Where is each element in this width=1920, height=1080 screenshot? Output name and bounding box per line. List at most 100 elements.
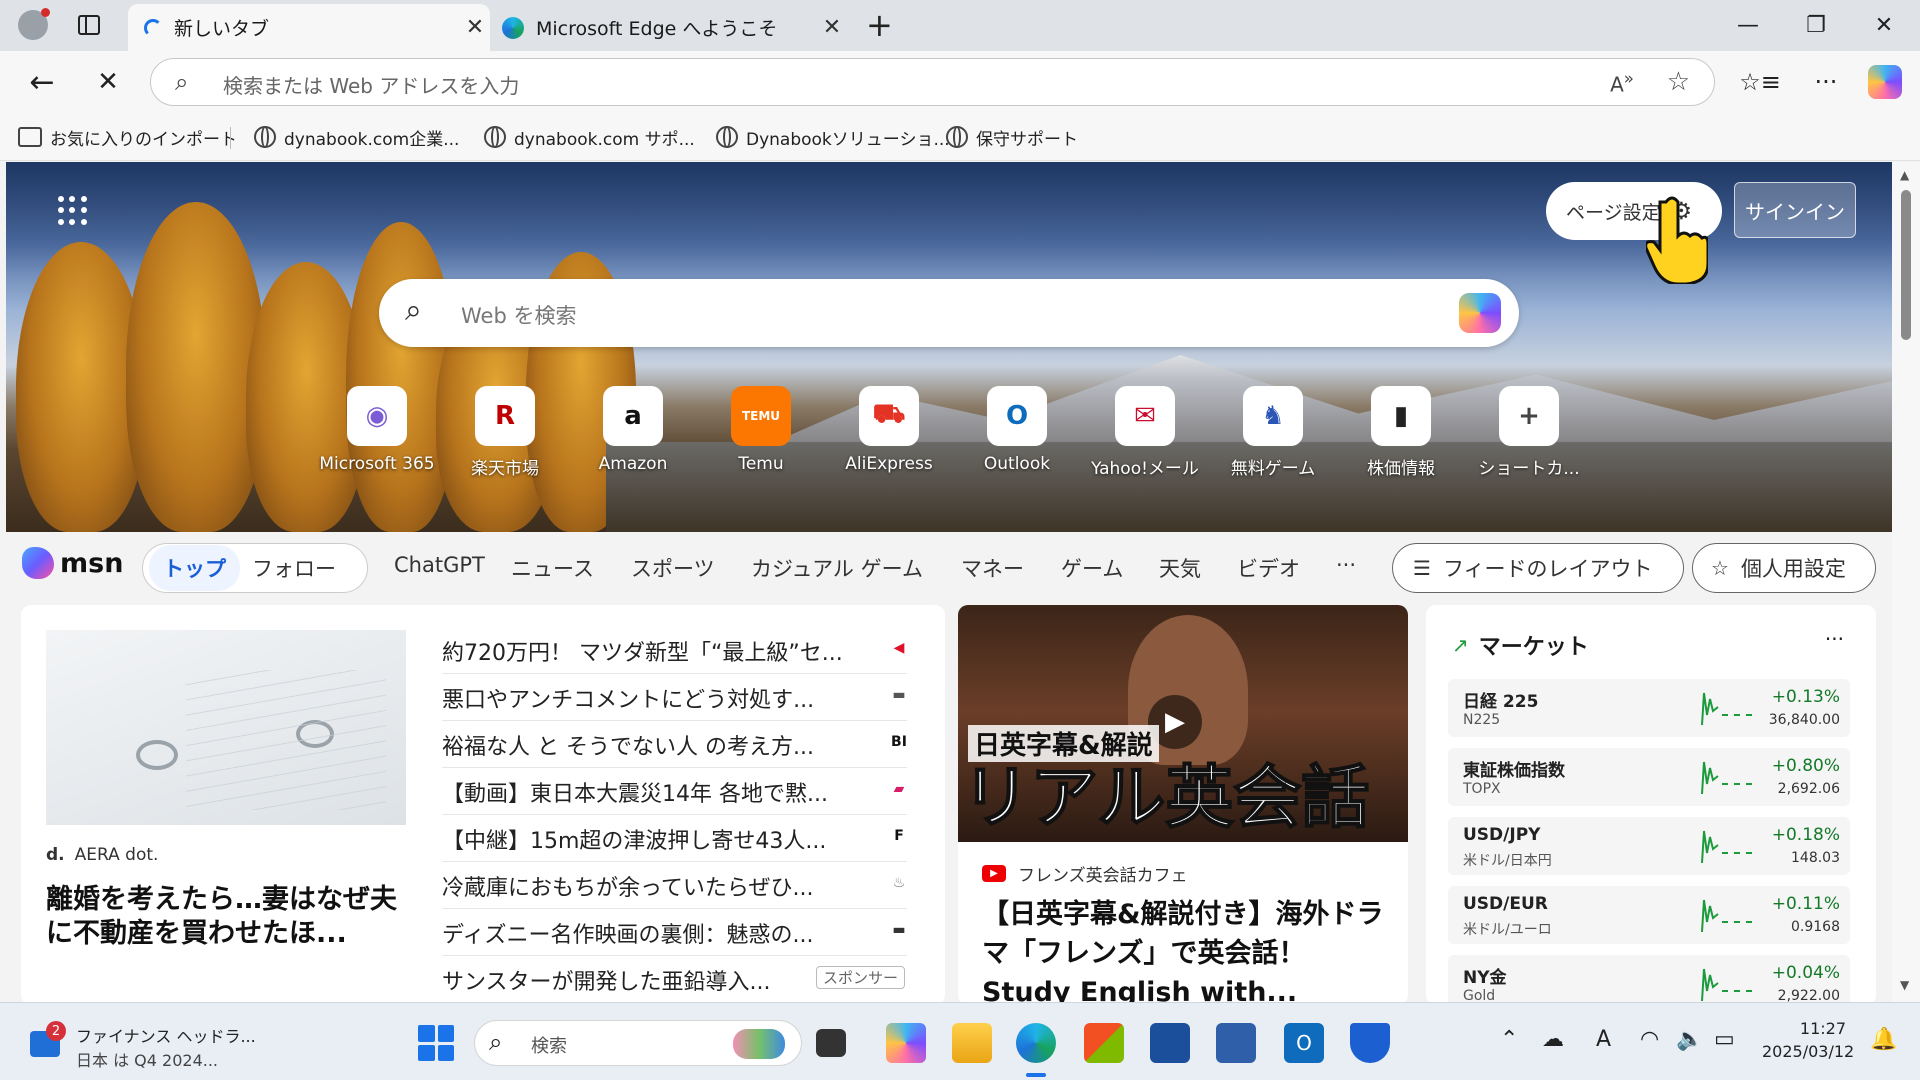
taskbar-search-input[interactable]: 検索 xyxy=(531,1032,567,1058)
volume-icon[interactable]: 🔈 xyxy=(1676,1027,1703,1052)
article-image[interactable] xyxy=(46,630,406,825)
store-icon[interactable] xyxy=(1084,1023,1124,1063)
shortcut-tile[interactable]: ◉ Microsoft 365 xyxy=(313,386,441,474)
favorite-dynabook-corp[interactable]: dynabook.com企業... xyxy=(254,123,459,151)
notification-bell-icon[interactable]: 🔔 xyxy=(1870,1027,1897,1052)
copilot-icon[interactable] xyxy=(886,1023,926,1063)
market-row[interactable]: NY金 Gold +0.04% 2,922.00 xyxy=(1448,955,1850,1002)
favorite-maintenance[interactable]: 保守サポート xyxy=(946,123,1078,151)
nav-link[interactable]: カジュアル ゲーム xyxy=(751,553,923,583)
nav-link[interactable]: マネー xyxy=(961,553,1024,583)
market-name: USD/JPY xyxy=(1463,825,1541,845)
widget-button[interactable]: 2 ファイナンス ヘッドラ... 日本 は Q4 2024... xyxy=(26,1017,266,1071)
market-row[interactable]: USD/EUR 米ドル/ユーロ +0.11% 0.9168 xyxy=(1448,886,1850,944)
signin-button[interactable]: サインイン xyxy=(1734,182,1856,238)
nav-link[interactable]: ··· xyxy=(1336,553,1356,577)
battery-icon[interactable]: ▭ xyxy=(1714,1027,1735,1052)
video-thumbnail[interactable]: ▶ 日英字幕&解説 リアル英会話 xyxy=(958,605,1408,842)
page-scrollbar[interactable]: ▲ ▼ xyxy=(1892,162,1920,1002)
headline-item[interactable]: 冷蔵庫におもちが余っていたらぜひ... ♨ xyxy=(442,870,912,902)
favorite-dynabook-support[interactable]: dynabook.com サポ... xyxy=(484,123,695,151)
nav-link[interactable]: ニュース xyxy=(511,553,594,583)
defender-shield-icon[interactable] xyxy=(1350,1023,1390,1063)
file-explorer-icon[interactable] xyxy=(952,1023,992,1063)
scroll-up-icon[interactable]: ▲ xyxy=(1900,168,1909,182)
app-launcher-icon[interactable] xyxy=(58,196,88,226)
copilot-icon[interactable] xyxy=(1459,293,1501,333)
shortcut-tile[interactable]: ⛟ AliExpress xyxy=(825,386,953,474)
calendar-app-icon[interactable] xyxy=(1216,1023,1256,1063)
shortcut-tile[interactable]: O Outlook xyxy=(953,386,1081,474)
scroll-thumb[interactable] xyxy=(1901,190,1911,340)
dynabook-app-icon[interactable] xyxy=(1150,1023,1190,1063)
headline-item[interactable]: 約720万円！ マツダ新型「“最上級”セ... ◀ xyxy=(442,635,912,667)
market-row[interactable]: 日経 225 N225 +0.13% 36,840.00 xyxy=(1448,679,1850,737)
taskbar-search[interactable]: ⌕ 検索 xyxy=(474,1020,802,1066)
onedrive-icon[interactable]: ☁ xyxy=(1542,1027,1564,1052)
address-bar[interactable]: ⌕ 検索または Web アドレスを入力 A» ☆ xyxy=(150,58,1715,106)
market-row[interactable]: USD/JPY 米ドル/日本円 +0.18% 148.03 xyxy=(1448,817,1850,875)
headline-item[interactable]: サンスターが開発した亜鉛導入... xyxy=(442,964,802,996)
edge-icon[interactable] xyxy=(1016,1023,1056,1063)
read-aloud-icon[interactable]: A» xyxy=(1610,69,1634,97)
feed-layout-button[interactable]: ☰ フィードのレイアウト xyxy=(1392,543,1684,593)
favorite-import[interactable]: お気に入りのインポート xyxy=(18,123,237,151)
shortcut-tile[interactable]: a Amazon xyxy=(569,386,697,474)
wifi-icon[interactable]: ◠ xyxy=(1640,1027,1659,1052)
shortcut-tile[interactable]: R 楽天市場 xyxy=(441,386,569,479)
scroll-down-icon[interactable]: ▼ xyxy=(1900,978,1909,992)
close-tab-icon[interactable]: ✕ xyxy=(817,15,847,40)
nav-link[interactable]: ゲーム xyxy=(1061,553,1123,583)
more-menu-icon[interactable]: ··· xyxy=(1806,65,1846,99)
tab-follow[interactable]: フォロー xyxy=(252,553,336,583)
article-headline[interactable]: 離婚を考えたら…妻はなぜ夫に不動産を買わせたほ... xyxy=(46,883,411,951)
nav-link[interactable]: 天気 xyxy=(1159,553,1201,583)
tab-welcome[interactable]: Microsoft Edge へようこそ ✕ xyxy=(492,4,847,51)
headline-item[interactable]: 裕福な人 と そうでない人 の考え方... BI xyxy=(442,729,912,761)
shortcut-tile[interactable]: TEMU Temu xyxy=(697,386,825,474)
close-window-icon[interactable]: ✕ xyxy=(1850,0,1918,51)
show-hidden-icons-icon[interactable]: ⌃ xyxy=(1500,1027,1518,1052)
nav-link[interactable]: ビデオ xyxy=(1237,553,1300,583)
nav-link[interactable]: スポーツ xyxy=(631,553,715,583)
video-title[interactable]: 【日英字幕&解説付き】海外ドラマ「フレンズ」で英会話！Study English… xyxy=(982,895,1392,1002)
shortcut-tile[interactable]: ♞ 無料ゲーム xyxy=(1209,386,1337,479)
back-icon[interactable]: ← xyxy=(22,65,62,100)
video-source[interactable]: ▶ フレンズ英会話カフェ xyxy=(982,861,1188,886)
tab-new-tab[interactable]: 新しいタブ ✕ xyxy=(128,4,490,51)
outlook-icon[interactable]: O xyxy=(1284,1023,1324,1063)
taskview-icon[interactable] xyxy=(816,1029,846,1057)
headline-item[interactable]: 悪口やアンチコメントにどう対処す... ▬ xyxy=(442,682,912,714)
article-source[interactable]: d. AERA dot. xyxy=(46,845,158,865)
tab-top[interactable]: トップ xyxy=(149,545,240,591)
headline-item[interactable]: 【動画】東日本大震災14年 各地で黙... ▰ xyxy=(442,776,912,808)
clock[interactable]: 11:27 2025/03/12 xyxy=(1762,1019,1854,1061)
market-more-icon[interactable]: ··· xyxy=(1825,627,1844,651)
close-tab-icon[interactable]: ✕ xyxy=(460,15,490,40)
shortcut-tile[interactable]: + ショートカ... xyxy=(1465,386,1593,479)
personalize-button[interactable]: ☆ 個人用設定 xyxy=(1692,543,1876,593)
web-search-box[interactable]: ⌕ Web を検索 xyxy=(379,279,1519,347)
favorite-dynabook-solution[interactable]: Dynabookソリューショ... xyxy=(716,123,950,151)
msn-logo[interactable]: msn xyxy=(22,547,123,579)
profile-avatar-icon[interactable] xyxy=(18,8,50,40)
market-symbol: N225 xyxy=(1463,712,1501,728)
new-tab-icon[interactable]: + xyxy=(866,6,893,44)
search-input[interactable]: Web を検索 xyxy=(461,300,576,330)
restore-icon[interactable]: ❐ xyxy=(1782,0,1850,51)
shortcut-tile[interactable]: ▮ 株価情報 xyxy=(1337,386,1465,479)
ime-icon[interactable]: A xyxy=(1596,1027,1611,1052)
favorites-icon[interactable]: ☆≡ xyxy=(1739,65,1781,99)
shortcut-tile[interactable]: ✉ Yahoo!メール xyxy=(1081,386,1209,479)
headline-item[interactable]: 【中継】15m超の津波押し寄せ43人... F xyxy=(442,823,912,855)
stop-loading-icon[interactable]: ✕ xyxy=(90,65,126,99)
headline-item[interactable]: ディズニー名作映画の裏側：魅惑の... ▬ xyxy=(442,917,912,949)
address-input[interactable]: 検索または Web アドレスを入力 xyxy=(223,70,519,99)
market-row[interactable]: 東証株価指数 TOPX +0.80% 2,692.06 xyxy=(1448,748,1850,806)
vertical-tabs-icon[interactable] xyxy=(78,15,100,35)
copilot-icon[interactable] xyxy=(1868,65,1902,99)
minimize-icon[interactable]: — xyxy=(1714,0,1782,51)
nav-link[interactable]: ChatGPT xyxy=(394,553,485,577)
start-icon[interactable] xyxy=(418,1025,454,1061)
favorite-star-icon[interactable]: ☆ xyxy=(1667,67,1690,97)
